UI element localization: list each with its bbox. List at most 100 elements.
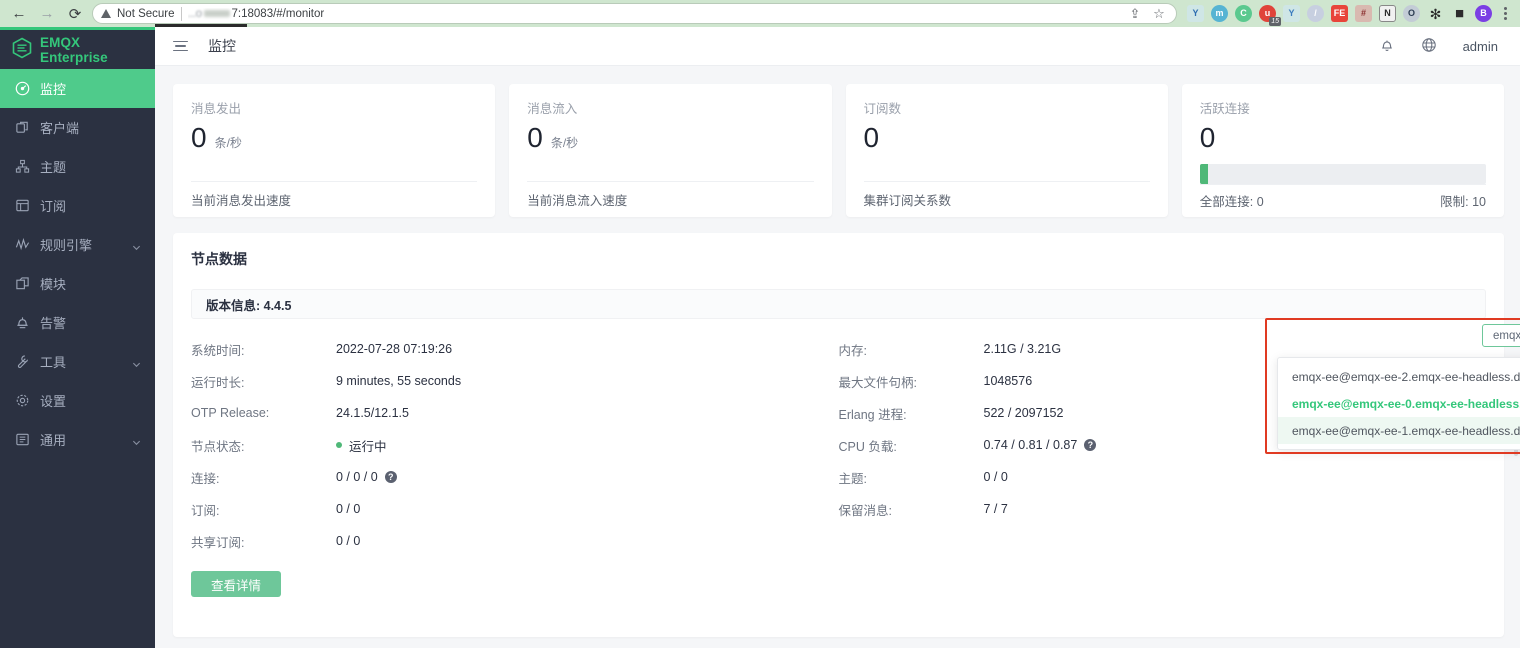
node-panel-header: 节点数据: [191, 249, 1486, 269]
ext-icon-9[interactable]: N: [1379, 5, 1396, 22]
kv-row: 共享订阅: 0 / 0: [191, 525, 839, 557]
address-bar[interactable]: Not Secure ...o 7:18083/#/monitor ⇪ ☆: [92, 3, 1177, 24]
status-dot-icon: [336, 442, 342, 448]
sidebar-item-label: 主题: [40, 157, 141, 176]
dropdown-option[interactable]: emqx-ee@emqx-ee-2.emqx-ee-headless.defau…: [1278, 363, 1520, 390]
stat-footer-label: 集群订阅关系数: [864, 190, 952, 209]
emqx-hexagon-logo: [12, 37, 32, 62]
stat-footer: 当前消息流入速度: [527, 181, 813, 217]
kv-row: 节点状态: 运行中: [191, 429, 839, 461]
sidebar-item-topics[interactable]: 主题: [0, 147, 155, 186]
sidebar-item-label: 客户端: [40, 118, 141, 137]
content-area: 消息发出 0 条/秒 当前消息发出速度 消息流入 0 条/秒: [155, 66, 1520, 648]
ext-icon-6[interactable]: /: [1307, 5, 1324, 22]
sidebar-item-subscriptions[interactable]: 订阅: [0, 186, 155, 225]
kv-value: 0.74 / 0.81 / 0.87: [984, 438, 1078, 452]
ext-icon-8[interactable]: #: [1355, 5, 1372, 22]
kv-row: 订阅: 0 / 0: [191, 493, 839, 525]
kv-key: OTP Release:: [191, 406, 336, 420]
kv-value: 24.1.5/12.1.5: [336, 406, 409, 420]
node-select[interactable]: emqx-ee@emqx-ee-0.e: [1482, 324, 1520, 347]
kv-key: 系统时间:: [191, 340, 336, 359]
stat-card-row: 消息发出 0 条/秒 当前消息发出速度 消息流入 0 条/秒: [173, 84, 1504, 217]
sidebar-item-label: 规则引擎: [40, 235, 122, 254]
brand[interactable]: EMQX Enterprise: [0, 30, 155, 69]
omnibox-divider: [181, 7, 182, 21]
ext-icon-3[interactable]: C: [1235, 5, 1252, 22]
ext-icon-1[interactable]: Y: [1187, 5, 1204, 22]
url-text: ...o 7:18083/#/monitor: [188, 8, 1120, 20]
url-visible-part: 7:18083/#/monitor: [232, 8, 325, 20]
sidebar-item-general[interactable]: 通用: [0, 420, 155, 459]
sidebar-item-label: 设置: [40, 391, 141, 410]
kv-key: Erlang 进程:: [839, 404, 984, 423]
forward-arrow-icon[interactable]: →: [36, 3, 58, 25]
sidebar-item-clients[interactable]: 客户端: [0, 108, 155, 147]
kv-key: CPU 负载:: [839, 436, 984, 455]
dropdown-option-hovered[interactable]: emqx-ee@emqx-ee-1.emqx-ee-headless.defau…: [1278, 417, 1520, 444]
help-icon[interactable]: ?: [385, 471, 397, 483]
stat-footer: 集群订阅关系数: [864, 181, 1150, 217]
stat-card-active-connections: 活跃连接 0 全部连接: 0 限制: 10: [1182, 84, 1504, 217]
kv-key: 连接:: [191, 468, 336, 487]
stat-value-row: 0: [864, 123, 1150, 154]
kebab-menu-icon[interactable]: [1498, 7, 1512, 20]
stat-footer-label: 当前消息流入速度: [527, 190, 627, 209]
kv-row: 连接: 0 / 0 / 0 ?: [191, 461, 839, 493]
sidebar-item-settings[interactable]: 设置: [0, 381, 155, 420]
ext-icon-4[interactable]: u15: [1259, 5, 1276, 22]
ext-icon-12[interactable]: ■: [1451, 5, 1468, 22]
general-icon: [14, 432, 30, 448]
node-select-dropdown[interactable]: emqx-ee@emqx-ee-2.emqx-ee-headless.defau…: [1277, 357, 1520, 450]
stat-value-row: 0: [1200, 123, 1486, 154]
stat-value: 0: [191, 123, 207, 154]
notification-bell-icon[interactable]: [1379, 37, 1395, 56]
ext-icon-10[interactable]: O: [1403, 5, 1420, 22]
not-secure-label: Not Secure: [117, 8, 175, 20]
ext-icon-13[interactable]: B: [1475, 5, 1492, 22]
reload-icon[interactable]: ⟳: [64, 3, 86, 25]
main-area: 监控 admin 消息发出 0 条/秒: [155, 27, 1520, 648]
sidebar-item-label: 监控: [40, 79, 141, 98]
kv-key: 订阅:: [191, 500, 336, 519]
sidebar-item-tools[interactable]: 工具: [0, 342, 155, 381]
ext-icon-11[interactable]: ✻: [1427, 5, 1444, 22]
kv-value: 0 / 0: [336, 534, 360, 548]
globe-language-icon[interactable]: [1421, 37, 1437, 56]
kv-value: 0 / 0: [336, 502, 360, 516]
ext-icon-7[interactable]: FE: [1331, 5, 1348, 22]
kv-value: 9 minutes, 55 seconds: [336, 374, 461, 388]
dropdown-option-selected[interactable]: emqx-ee@emqx-ee-0.emqx-ee-headless.defau…: [1278, 390, 1520, 417]
stat-value-row: 0 条/秒: [527, 123, 813, 154]
sidebar-item-alarm[interactable]: 告警: [0, 303, 155, 342]
user-menu[interactable]: admin: [1463, 39, 1498, 54]
stat-value: 0: [527, 123, 543, 154]
kv-key: 共享订阅:: [191, 532, 336, 551]
share-icon[interactable]: ⇪: [1126, 6, 1144, 22]
star-icon[interactable]: ☆: [1150, 6, 1168, 22]
sidebar-item-label: 工具: [40, 352, 122, 371]
stat-card-subscriptions: 订阅数 0 集群订阅关系数: [846, 84, 1168, 217]
sidebar-item-modules[interactable]: 模块: [0, 264, 155, 303]
stat-value: 0: [1200, 123, 1216, 154]
sidebar-item-monitor[interactable]: 监控: [0, 69, 155, 108]
ext-icon-5[interactable]: Y: [1283, 5, 1300, 22]
sidebar-item-label: 订阅: [40, 196, 141, 215]
kv-value: 运行中: [349, 436, 387, 455]
hamburger-icon[interactable]: [173, 41, 188, 52]
kv-value: 522 / 2097152: [984, 406, 1064, 420]
help-icon[interactable]: ?: [1084, 439, 1096, 451]
node-select-value: emqx-ee@emqx-ee-0.e: [1493, 330, 1520, 342]
kv-value-with-help: 0.74 / 0.81 / 0.87 ?: [984, 438, 1097, 452]
kv-row: 运行时长: 9 minutes, 55 seconds: [191, 365, 839, 397]
browser-toolbar: ← → ⟳ Not Secure ...o 7:18083/#/monitor …: [0, 0, 1520, 27]
stat-unit: 条/秒: [551, 134, 578, 151]
sidebar-item-rule-engine[interactable]: 规则引擎: [0, 225, 155, 264]
view-detail-button[interactable]: 查看详情: [191, 571, 281, 597]
ext-icon-2[interactable]: m: [1211, 5, 1228, 22]
kv-row: OTP Release: 24.1.5/12.1.5: [191, 397, 839, 429]
page-title: 监控: [208, 36, 236, 56]
back-arrow-icon[interactable]: ←: [8, 3, 30, 25]
app-shell: EMQX Enterprise 监控 客户端 主题: [0, 27, 1520, 648]
chevron-down-icon: [132, 240, 141, 249]
